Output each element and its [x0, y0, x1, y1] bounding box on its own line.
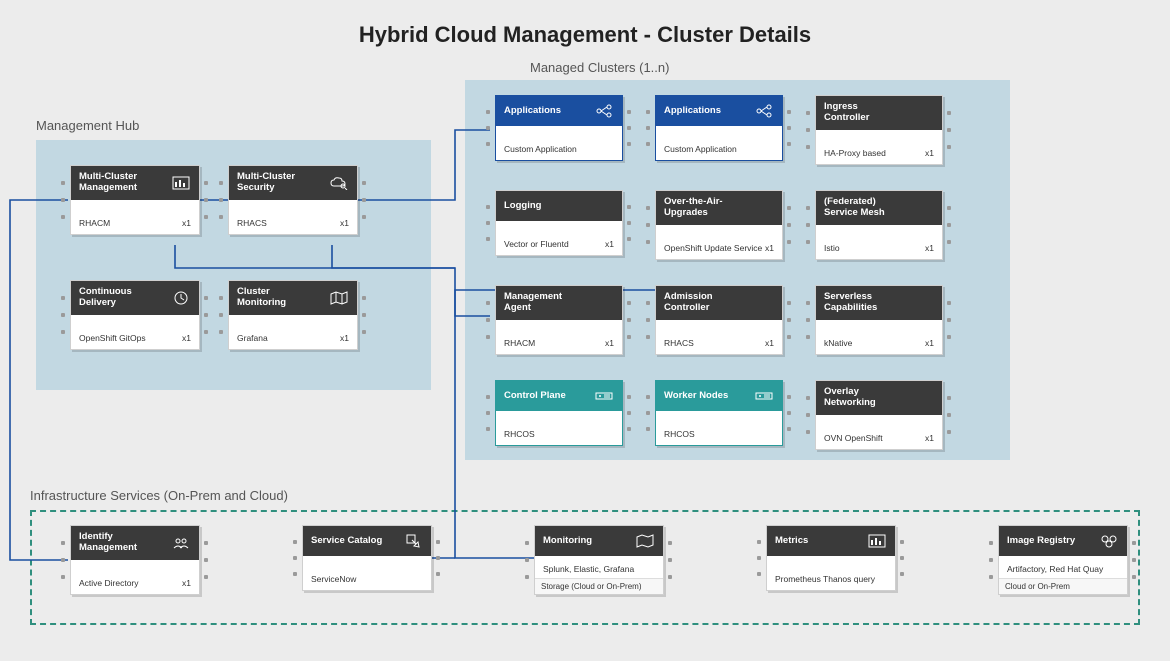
card-title: Logging [504, 201, 541, 212]
card-continuous-delivery[interactable]: Continuous Delivery OpenShift GitOps x1 [70, 280, 200, 350]
network-icon [754, 103, 774, 119]
card-count: x1 [925, 148, 934, 158]
card-admission-controller[interactable]: Admission Controller RHACS x1 [655, 285, 783, 355]
card-count: x1 [340, 218, 349, 228]
card-subtitle: Istio [824, 243, 840, 253]
card-count: x1 [765, 243, 774, 253]
card-title: Applications [504, 106, 561, 117]
map-icon [329, 290, 349, 306]
network-icon [594, 103, 614, 119]
card-count: x1 [605, 239, 614, 249]
dashboard-icon [171, 175, 191, 191]
card-overlay-networking[interactable]: Overlay Networking OVN OpenShift x1 [815, 380, 943, 450]
card-subtitle: Prometheus Thanos query [775, 574, 875, 584]
card-subtitle: Custom Application [504, 144, 577, 154]
card-identify-management[interactable]: Identify Management Active Directory x1 [70, 525, 200, 595]
card-subtitle: Artifactory, Red Hat Quay [1007, 564, 1103, 574]
card-cluster-monitoring[interactable]: Cluster Monitoring Grafana x1 [228, 280, 358, 350]
card-count: x1 [182, 333, 191, 343]
card-applications-1[interactable]: Applications Custom Application [495, 95, 623, 161]
registry-icon [1099, 533, 1119, 549]
card-subtitle: HA-Proxy based [824, 148, 886, 158]
card-title: Ingress Controller [824, 102, 904, 124]
clock-icon [171, 290, 191, 306]
card-title: Admission Controller [664, 292, 744, 314]
card-subtitle: kNative [824, 338, 852, 348]
card-service-catalog[interactable]: Service Catalog ServiceNow [302, 525, 432, 591]
card-title: Multi-Cluster Security [237, 172, 317, 194]
card-monitoring[interactable]: Monitoring Splunk, Elastic, Grafana Stor… [534, 525, 664, 595]
card-title: Over-the-Air-Upgrades [664, 197, 744, 219]
card-subtitle: Splunk, Elastic, Grafana [543, 564, 634, 574]
card-multi-cluster-security[interactable]: Multi-Cluster Security RHACS x1 [228, 165, 358, 235]
card-subtitle: Vector or Fluentd [504, 239, 569, 249]
card-image-registry[interactable]: Image Registry Artifactory, Red Hat Quay… [998, 525, 1128, 595]
map-icon [635, 533, 655, 549]
card-title: Management Agent [504, 292, 584, 314]
page-title: Hybrid Cloud Management - Cluster Detail… [0, 22, 1170, 48]
card-title: Continuous Delivery [79, 287, 159, 309]
card-serverless[interactable]: Serverless Capabilities kNative x1 [815, 285, 943, 355]
card-subtitle: Custom Application [664, 144, 737, 154]
card-count: x1 [925, 433, 934, 443]
card-title: Identify Management [79, 532, 159, 554]
card-count: x1 [925, 338, 934, 348]
card-worker-nodes[interactable]: Worker Nodes RHCOS [655, 380, 783, 446]
card-title: Cluster Monitoring [237, 287, 317, 309]
zone-label-hub: Management Hub [36, 118, 139, 133]
card-footer: Storage (Cloud or On-Prem) [535, 578, 663, 594]
zone-label-managed: Managed Clusters (1..n) [530, 60, 669, 75]
card-title: Service Catalog [311, 536, 382, 547]
card-subtitle: OpenShift Update Service [664, 243, 762, 253]
card-title: Multi-Cluster Management [79, 172, 159, 194]
card-count: x1 [182, 218, 191, 228]
card-ingress-controller[interactable]: Ingress Controller HA-Proxy based x1 [815, 95, 943, 165]
card-subtitle: Grafana [237, 333, 268, 343]
zone-label-infra: Infrastructure Services (On-Prem and Clo… [30, 488, 288, 503]
card-title: Overlay Networking [824, 387, 904, 409]
card-footer: Cloud or On-Prem [999, 578, 1127, 594]
card-subtitle: OVN OpenShift [824, 433, 883, 443]
dashboard-icon [867, 533, 887, 549]
card-title: Applications [664, 106, 721, 117]
card-count: x1 [340, 333, 349, 343]
card-subtitle: RHACM [504, 338, 535, 348]
card-title: Serverless Capabilities [824, 292, 904, 314]
card-title: Image Registry [1007, 536, 1075, 547]
card-count: x1 [765, 338, 774, 348]
card-title: (Federated) Service Mesh [824, 197, 904, 219]
card-subtitle: RHACM [79, 218, 110, 228]
card-count: x1 [605, 338, 614, 348]
card-subtitle: RHCOS [664, 429, 695, 439]
card-ota-upgrades[interactable]: Over-the-Air-Upgrades OpenShift Update S… [655, 190, 783, 260]
card-count: x1 [182, 578, 191, 588]
server-icon [594, 388, 614, 404]
card-subtitle: RHACS [664, 338, 694, 348]
card-title: Metrics [775, 536, 808, 547]
card-subtitle: OpenShift GitOps [79, 333, 146, 343]
card-count: x1 [925, 243, 934, 253]
card-control-plane[interactable]: Control Plane RHCOS [495, 380, 623, 446]
card-service-mesh[interactable]: (Federated) Service Mesh Istio x1 [815, 190, 943, 260]
card-subtitle: RHACS [237, 218, 267, 228]
card-subtitle: RHCOS [504, 429, 535, 439]
card-subtitle: ServiceNow [311, 574, 356, 584]
card-title: Worker Nodes [664, 391, 728, 402]
card-title: Control Plane [504, 391, 566, 402]
card-metrics[interactable]: Metrics Prometheus Thanos query [766, 525, 896, 591]
card-title: Monitoring [543, 536, 592, 547]
card-management-agent[interactable]: Management Agent RHACM x1 [495, 285, 623, 355]
touch-icon [403, 533, 423, 549]
users-icon [171, 535, 191, 551]
card-multi-cluster-management[interactable]: Multi-Cluster Management RHACM x1 [70, 165, 200, 235]
card-logging[interactable]: Logging Vector or Fluentd x1 [495, 190, 623, 256]
cloud-search-icon [329, 175, 349, 191]
card-subtitle: Active Directory [79, 578, 139, 588]
server-icon [754, 388, 774, 404]
card-applications-2[interactable]: Applications Custom Application [655, 95, 783, 161]
